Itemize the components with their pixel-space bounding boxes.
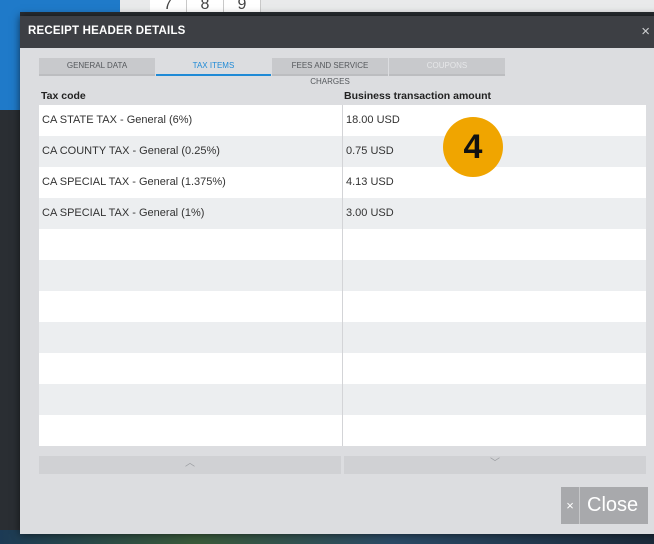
amount-cell (343, 291, 646, 322)
tax-code-cell: CA COUNTY TAX - General (0.25%) (39, 136, 343, 167)
tax-code-cell: CA STATE TAX - General (6%) (39, 105, 343, 136)
table-row (39, 322, 646, 353)
chevron-up-icon: ︿ (185, 458, 195, 469)
amount-cell (343, 260, 646, 291)
tax-code-cell: CA SPECIAL TAX - General (1%) (39, 198, 343, 229)
close-x-icon: × (561, 487, 580, 524)
column-header-amount: Business transaction amount (344, 90, 492, 102)
amount-cell (343, 415, 646, 446)
table-row (39, 260, 646, 291)
table-row (39, 415, 646, 446)
tax-code-cell (39, 291, 343, 322)
close-icon[interactable]: × (641, 23, 650, 40)
tax-code-cell (39, 353, 343, 384)
table-row (39, 353, 646, 384)
tax-code-cell: CA SPECIAL TAX - General (1.375%) (39, 167, 343, 198)
tax-code-cell (39, 384, 343, 415)
amount-cell (343, 229, 646, 260)
table-row (39, 291, 646, 322)
close-button[interactable]: × Close (561, 487, 648, 524)
table-row[interactable]: CA STATE TAX - General (6%) 18.00 USD (39, 105, 646, 136)
tab-tax-items[interactable]: TAX ITEMS (156, 58, 271, 76)
table-row (39, 229, 646, 260)
amount-cell: 3.00 USD (346, 207, 394, 219)
table-row (39, 384, 646, 415)
tax-code-cell (39, 260, 343, 291)
background-key-7: 7 (150, 0, 187, 12)
table-row[interactable]: CA COUNTY TAX - General (0.25%) 0.75 USD (39, 136, 646, 167)
scroll-up-button[interactable]: ︿ (39, 456, 341, 474)
amount-cell (343, 353, 646, 384)
tab-bar: GENERAL DATA TAX ITEMS FEES AND SERVICE … (39, 58, 506, 86)
tax-items-grid: CA STATE TAX - General (6%) 18.00 USD CA … (39, 105, 646, 446)
tab-general-data[interactable]: GENERAL DATA (39, 58, 155, 76)
step-number-badge: 4 (443, 117, 503, 177)
tax-code-cell (39, 415, 343, 446)
tax-code-cell (39, 322, 343, 353)
amount-cell: 4.13 USD (346, 176, 394, 188)
column-header-tax-code: Tax code (41, 90, 86, 102)
scroll-down-button[interactable]: ﹀ (344, 456, 646, 474)
amount-cell (343, 322, 646, 353)
receipt-header-details-dialog: RECEIPT HEADER DETAILS × GENERAL DATA TA… (20, 16, 654, 534)
tab-fees-and-service-charges[interactable]: FEES AND SERVICE CHARGES (272, 58, 388, 86)
dialog-titlebar: RECEIPT HEADER DETAILS × (20, 16, 654, 48)
background-blue-sidebar (0, 0, 20, 110)
close-button-label: Close (587, 494, 639, 516)
background-key-8: 8 (187, 0, 224, 12)
table-row[interactable]: CA SPECIAL TAX - General (1%) 3.00 USD (39, 198, 646, 229)
background-key-9: 9 (224, 0, 261, 12)
amount-cell (343, 384, 646, 415)
grid-header: Tax code Business transaction amount (39, 90, 647, 104)
tax-code-cell (39, 229, 343, 260)
tab-coupons: COUPONS (389, 58, 505, 76)
grid-scroll-controls: ︿ ﹀ (39, 456, 646, 474)
dialog-title: RECEIPT HEADER DETAILS (28, 25, 186, 37)
table-row[interactable]: CA SPECIAL TAX - General (1.375%) 4.13 US… (39, 167, 646, 198)
chevron-down-icon: ﹀ (490, 458, 500, 469)
